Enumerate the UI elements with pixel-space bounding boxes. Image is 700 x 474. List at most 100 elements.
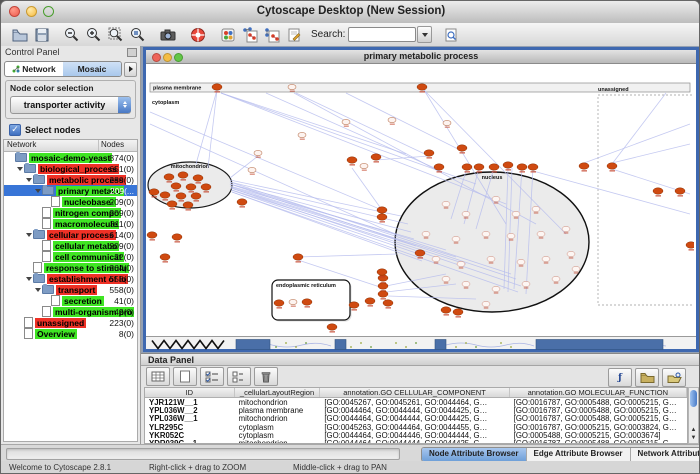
expand-arrow-icon[interactable]	[26, 178, 32, 185]
network-node[interactable]	[522, 281, 530, 286]
network-node[interactable]	[388, 117, 396, 122]
tree-row[interactable]: metabolic process280(0)	[4, 174, 137, 185]
expand-arrow-icon[interactable]	[35, 288, 41, 295]
tree-row[interactable]: nitrogen compo209(0)	[4, 207, 137, 218]
network-node[interactable]	[377, 269, 387, 275]
search-filter-icon[interactable]	[441, 25, 461, 45]
network-node[interactable]	[675, 188, 685, 194]
network-node[interactable]	[434, 164, 444, 170]
network-node[interactable]	[164, 174, 174, 180]
network-node[interactable]	[443, 120, 451, 125]
network-node[interactable]	[503, 162, 513, 168]
column-header[interactable]: annotation.GO MOLECULAR_FUNCTION	[510, 388, 687, 397]
network-node[interactable]	[293, 254, 303, 260]
region-unassigned[interactable]	[598, 95, 694, 305]
tree-row[interactable]: cell communicat22(0)	[4, 251, 137, 262]
tree-row[interactable]: primary metabo209(...	[4, 185, 137, 196]
network-node[interactable]	[347, 157, 357, 163]
tree-header-network[interactable]: Network	[4, 140, 99, 151]
network-node[interactable]	[462, 211, 470, 216]
network-node[interactable]	[457, 261, 465, 266]
delete-attribute-icon[interactable]	[254, 367, 278, 386]
tab-edge-attribute-browser[interactable]: Edge Attribute Browser	[527, 448, 631, 461]
network-node[interactable]	[457, 145, 467, 151]
scroll-down-icon[interactable]: ▼	[689, 434, 698, 442]
network-node[interactable]	[453, 309, 463, 315]
network-node[interactable]	[562, 226, 570, 231]
network-edge[interactable]	[231, 188, 416, 246]
network-node[interactable]	[492, 286, 500, 291]
network-node[interactable]	[512, 211, 520, 216]
network-node[interactable]	[415, 250, 425, 256]
column-header[interactable]: _cellularLayoutRegion	[235, 388, 321, 397]
network-node[interactable]	[191, 193, 201, 199]
tree-header-nodes[interactable]: Nodes	[99, 140, 137, 151]
tree-row[interactable]: cellular process614(0)	[4, 229, 137, 240]
tree-row[interactable]: unassigned223(0)	[4, 317, 137, 328]
network-node[interactable]	[298, 132, 306, 137]
network-node[interactable]	[579, 163, 589, 169]
network-node[interactable]	[487, 256, 495, 261]
network-node[interactable]	[507, 233, 515, 238]
network-node[interactable]	[517, 164, 527, 170]
network-node[interactable]	[248, 167, 256, 172]
network-node[interactable]	[201, 184, 211, 190]
network-edge[interactable]	[221, 93, 406, 154]
tree-row[interactable]: mosaic-demo-yeast874(0)	[4, 152, 137, 163]
tree-row[interactable]: biological_process651(0)	[4, 163, 137, 174]
tree-row[interactable]: cellular metabo209(0)	[4, 240, 137, 251]
network-node[interactable]	[288, 84, 296, 89]
scrollbar-thumb[interactable]	[690, 390, 697, 407]
network-node[interactable]	[567, 251, 575, 256]
network-node[interactable]	[462, 164, 472, 170]
scroll-up-icon[interactable]: ▲	[689, 426, 698, 434]
network-node[interactable]	[442, 201, 450, 206]
network-node[interactable]	[452, 236, 460, 241]
network-node[interactable]	[442, 276, 450, 281]
tree-row[interactable]: Overview8(0)	[4, 328, 137, 339]
network-node[interactable]	[160, 254, 170, 260]
vizmapper-icon[interactable]	[218, 25, 238, 45]
tree-row[interactable]: secretion41(0)	[4, 295, 137, 306]
zoom-region-icon[interactable]	[128, 25, 148, 45]
open-icon[interactable]	[10, 25, 30, 45]
network-edge[interactable]	[208, 90, 217, 168]
tab-mosaic[interactable]: Mosaic	[63, 62, 121, 76]
network-node[interactable]	[377, 207, 387, 213]
tab-network[interactable]: Network	[5, 62, 63, 76]
network-node[interactable]	[289, 299, 297, 304]
tree-row[interactable]: multi-organism pro42(0)	[4, 306, 137, 317]
new-network-from-selected-edges-icon[interactable]	[262, 25, 282, 45]
network-node[interactable]	[653, 188, 663, 194]
network-node[interactable]	[528, 164, 538, 170]
help-icon[interactable]	[188, 25, 208, 45]
network-node[interactable]	[327, 324, 337, 330]
search-dropdown-button[interactable]	[417, 26, 432, 43]
tree-row[interactable]: nucleobase-209(0)	[4, 196, 137, 207]
network-node[interactable]	[474, 164, 484, 170]
open-attribute-file-icon[interactable]	[662, 368, 686, 387]
node-color-dropdown[interactable]: transporter activity	[10, 96, 131, 114]
network-node[interactable]	[176, 193, 186, 199]
zoom-out-icon[interactable]	[62, 25, 82, 45]
expand-arrow-icon[interactable]	[17, 167, 23, 174]
tree-row[interactable]: establishment of lo558(0)	[4, 273, 137, 284]
network-node[interactable]	[178, 172, 188, 178]
network-node[interactable]	[378, 291, 388, 297]
formula-builder-icon[interactable]: ƒ	[608, 368, 632, 387]
network-node[interactable]	[383, 300, 393, 306]
network-node[interactable]	[274, 300, 284, 306]
network-node[interactable]	[424, 150, 434, 156]
expand-arrow-icon[interactable]	[26, 233, 32, 240]
network-node[interactable]	[378, 275, 388, 281]
network-node[interactable]	[212, 84, 222, 90]
network-node[interactable]	[492, 196, 500, 201]
view-window-titlebar[interactable]: primary metabolic process	[146, 50, 696, 64]
network-node[interactable]	[607, 163, 617, 169]
network-node[interactable]	[371, 154, 381, 160]
tab-node-attribute-browser[interactable]: Node Attribute Browser	[422, 448, 527, 461]
column-header[interactable]: annotation.GO CELLULAR_COMPONENT	[320, 388, 509, 397]
network-node[interactable]	[147, 232, 157, 238]
table-vertical-scrollbar[interactable]: ▲ ▼	[688, 387, 699, 444]
tree-row[interactable]: response to stimulu264(0)	[4, 262, 137, 273]
